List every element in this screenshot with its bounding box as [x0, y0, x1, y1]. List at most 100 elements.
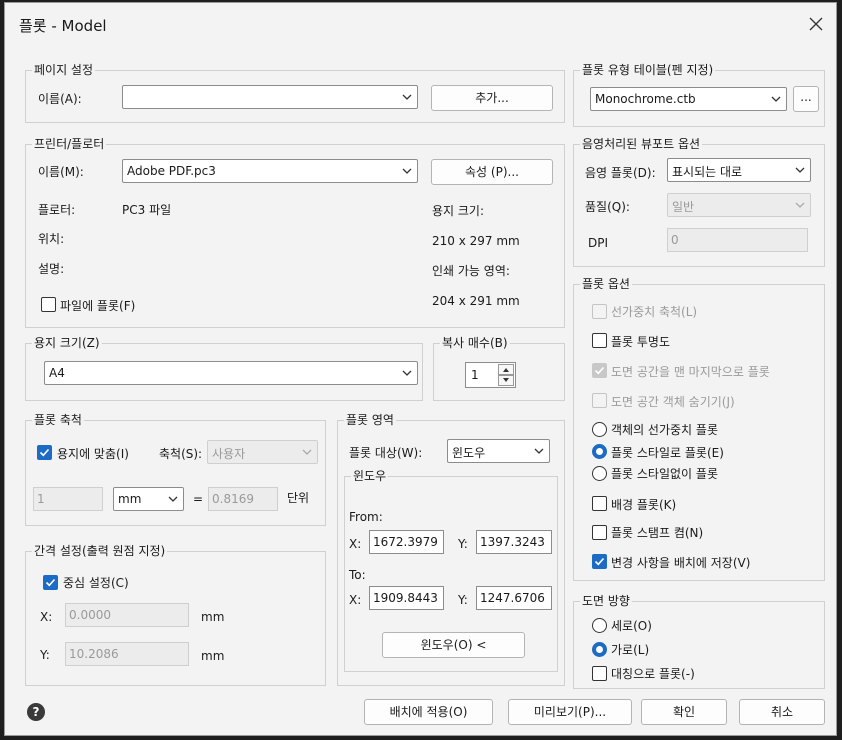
- scale-equals: =: [193, 492, 204, 506]
- paper-size-title: 용지 크기(Z): [32, 336, 102, 350]
- plot-lineweights-scale-checkbox[interactable]: [592, 304, 607, 319]
- chevron-down-icon: [402, 370, 412, 376]
- description-label: 설명:: [38, 262, 65, 276]
- plot-what-select[interactable]: 윈도우: [447, 439, 550, 463]
- plot-offset-title: 간격 설정(출력 원점 지정): [32, 544, 168, 558]
- printable-area-label: 인쇄 가능 영역:: [432, 264, 510, 278]
- shaded-viewport-title: 음영처리된 뷰포트 옵션: [580, 137, 703, 151]
- copies-up-button[interactable]: [498, 364, 514, 375]
- dpi-input[interactable]: 0: [667, 228, 808, 252]
- plot-with-plot-styles-radio[interactable]: [592, 444, 607, 459]
- plot-without-plot-styles-radio[interactable]: [592, 466, 607, 481]
- page-setup-title: 페이지 설정: [32, 63, 96, 77]
- shade-plot-select[interactable]: 표시되는 대로: [667, 158, 811, 182]
- landscape-radio[interactable]: [592, 642, 607, 657]
- quality-select[interactable]: 일반: [667, 193, 811, 217]
- from-label: From:: [349, 510, 383, 524]
- plot-area-group: 플롯 영역 플롯 대상(W): 윈도우 윈도우 From: X: 1672.39…: [337, 413, 565, 686]
- to-label: To:: [349, 568, 366, 582]
- plot-to-file-checkbox[interactable]: [41, 297, 56, 312]
- checkmark-icon: [594, 366, 605, 375]
- scale-value1-input[interactable]: 1: [33, 487, 103, 511]
- scale-label: 축척(S):: [159, 447, 203, 461]
- orientation-group: 도면 방향 세로(O) 가로(L) 대칭으로 플롯(-): [573, 594, 825, 689]
- dpi-label: DPI: [588, 236, 609, 250]
- plot-scale-title: 플롯 축척: [32, 413, 84, 427]
- hide-paperspace-objects-label: 도면 공간 객체 숨기기(J): [611, 395, 735, 409]
- printer-name-value: Adobe PDF.pc3: [127, 164, 216, 178]
- plot-upside-down-checkbox[interactable]: [592, 666, 607, 681]
- center-plot-checkbox[interactable]: [43, 575, 58, 590]
- shade-plot-label: 음영 플롯(D):: [585, 166, 656, 180]
- paper-size-info-label: 용지 크기:: [432, 204, 485, 218]
- page-setup-name-select[interactable]: [122, 85, 418, 109]
- to-y-input[interactable]: 1247.6706: [476, 586, 552, 610]
- from-y-input[interactable]: 1397.3243: [476, 530, 552, 554]
- background-plot-checkbox[interactable]: [592, 496, 607, 511]
- arrow-down-icon: [503, 378, 509, 382]
- plot-style-table-group: 플롯 유형 테이블(펜 지정) Monochrome.ctb ...: [573, 63, 825, 127]
- printer-properties-button[interactable]: 속성 (P)...: [431, 159, 553, 185]
- checkmark-icon: [39, 448, 50, 457]
- apply-to-layout-button[interactable]: 배치에 적용(O): [364, 699, 493, 725]
- paper-size-value: A4: [49, 366, 65, 380]
- add-page-setup-button[interactable]: 추가...: [431, 85, 553, 111]
- plot-stamp-checkbox[interactable]: [592, 525, 607, 540]
- fit-to-paper-checkbox[interactable]: [37, 445, 52, 460]
- offset-x-unit: mm: [201, 610, 225, 624]
- paper-size-group: 용지 크기(Z) A4: [25, 336, 423, 401]
- checkmark-icon: [45, 578, 56, 587]
- chevron-down-icon: [771, 96, 781, 102]
- offset-y-input[interactable]: 10.2086: [65, 642, 189, 666]
- close-icon: [809, 17, 823, 31]
- printer-name-select[interactable]: Adobe PDF.pc3: [122, 159, 418, 183]
- center-plot-label: 중심 설정(C): [63, 576, 129, 590]
- portrait-radio[interactable]: [592, 618, 607, 633]
- window-coords-group: 윈도우 From: X: 1672.3979 Y: 1397.3243 To: …: [344, 469, 558, 672]
- preview-button[interactable]: 미리보기(P)...: [508, 699, 632, 725]
- offset-x-input[interactable]: 0.0000: [65, 603, 189, 627]
- plot-scale-group: 플롯 축척 용지에 맞춤(I) 축척(S): 사용자 1 mm = 0.8169…: [25, 413, 326, 526]
- plot-area-title: 플롯 영역: [344, 413, 396, 427]
- save-changes-to-layout-checkbox[interactable]: [592, 554, 607, 569]
- offset-x-label: X:: [40, 610, 53, 624]
- chevron-down-icon: [402, 168, 412, 174]
- quality-value: 일반: [672, 200, 695, 214]
- chevron-down-icon: [795, 167, 805, 173]
- plot-object-lineweights-label: 객체의 선가중치 플롯: [611, 423, 718, 437]
- ok-button[interactable]: 확인: [641, 699, 727, 725]
- offset-y-label: Y:: [40, 648, 50, 662]
- plot-transparency-checkbox[interactable]: [592, 333, 607, 348]
- plot-style-table-value: Monochrome.ctb: [595, 92, 696, 106]
- arrow-up-icon: [503, 368, 509, 372]
- from-y-label: Y:: [458, 537, 468, 551]
- copies-down-button[interactable]: [498, 375, 514, 386]
- copies-spinner[interactable]: 1: [465, 362, 516, 388]
- scale-select[interactable]: 사용자: [207, 440, 318, 464]
- plot-what-label: 플롯 대상(W):: [349, 446, 423, 460]
- hide-paperspace-objects-checkbox[interactable]: [592, 393, 607, 408]
- plot-upside-down-label: 대칭으로 플롯(-): [611, 667, 695, 681]
- plot-object-lineweights-radio[interactable]: [592, 422, 607, 437]
- edit-plot-style-button[interactable]: ...: [793, 86, 819, 112]
- chevron-down-icon: [402, 94, 412, 100]
- to-x-input[interactable]: 1909.8443: [369, 586, 444, 610]
- plot-paperspace-last-checkbox[interactable]: [592, 363, 607, 378]
- close-button[interactable]: [802, 11, 830, 37]
- plot-dialog: 플롯 - Model 페이지 설정 이름(A): 추가... 프린터/플로터 이…: [4, 2, 837, 736]
- scale-value2-input[interactable]: 0.8169: [208, 487, 278, 511]
- fit-to-paper-label: 용지에 맞춤(I): [57, 447, 129, 461]
- window-coords-title: 윈도우: [351, 469, 389, 483]
- paper-size-select[interactable]: A4: [44, 361, 418, 385]
- help-icon[interactable]: ?: [27, 703, 45, 721]
- printable-area-value: 204 x 291 mm: [432, 294, 520, 308]
- from-x-input[interactable]: 1672.3979: [369, 530, 444, 554]
- scale-unit-select[interactable]: mm: [113, 487, 184, 511]
- shade-plot-value: 표시되는 대로: [672, 165, 743, 179]
- cancel-button[interactable]: 취소: [739, 699, 825, 725]
- pick-window-button[interactable]: 윈도우(O) <: [382, 632, 525, 658]
- scale-unit-value: mm: [118, 492, 142, 506]
- plot-style-table-select[interactable]: Monochrome.ctb: [590, 87, 787, 111]
- background-plot-label: 배경 플롯(K): [611, 498, 677, 512]
- offset-y-value: 10.2086: [69, 647, 119, 661]
